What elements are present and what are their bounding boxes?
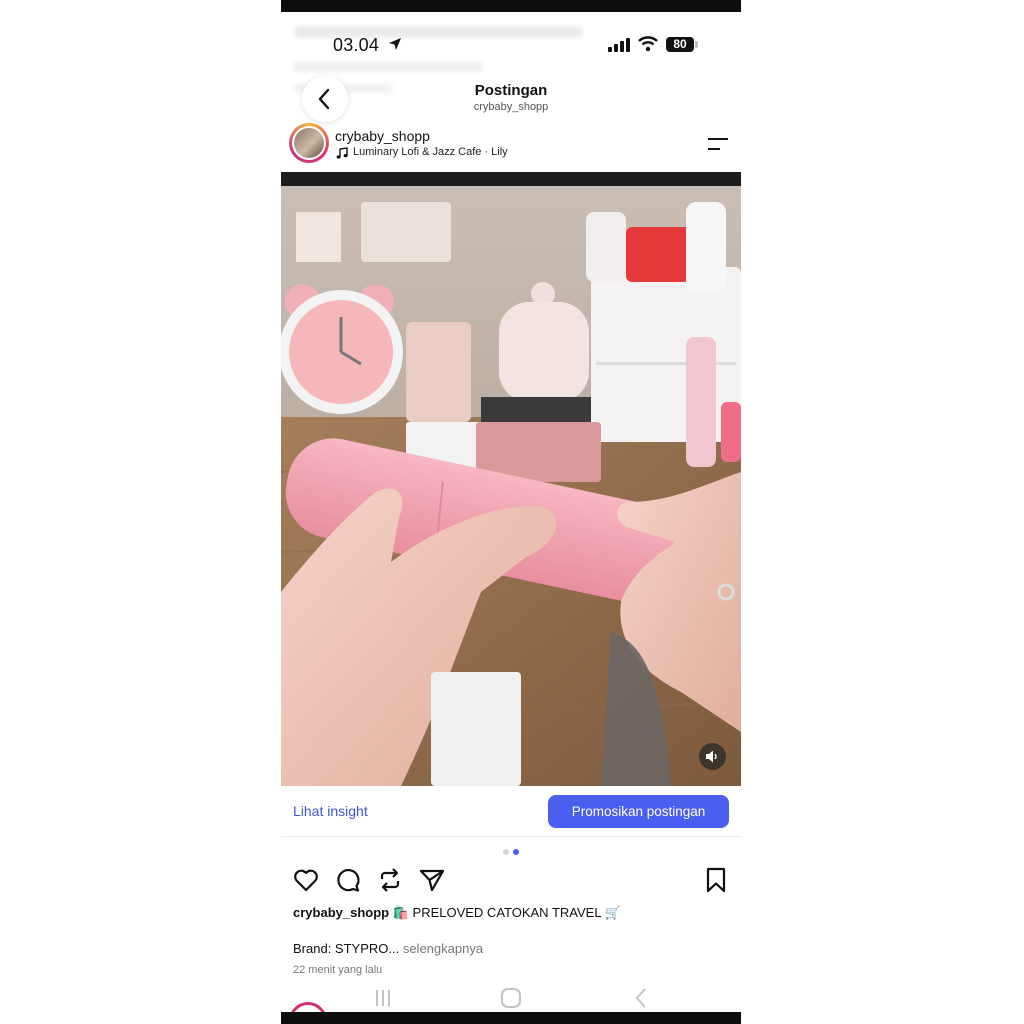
repost-icon[interactable] [376, 866, 404, 894]
heart-icon[interactable] [292, 866, 320, 894]
music-label[interactable]: Luminary Lofi & Jazz Cafe · Lily [353, 146, 508, 158]
divider [281, 836, 741, 837]
post-timestamp: 22 menit yang lalu [293, 964, 383, 976]
page-title: Postingan [474, 82, 548, 99]
menu-icon[interactable] [706, 136, 730, 152]
carousel-dot-2 [513, 849, 519, 855]
caption-username[interactable]: crybaby_shopp [293, 905, 389, 920]
page-subtitle: crybaby_shopp [473, 101, 549, 113]
avatar[interactable] [289, 123, 329, 163]
wifi-icon [638, 36, 658, 52]
location-arrow-icon [389, 38, 401, 50]
post-username[interactable]: crybaby_shopp [335, 128, 430, 144]
brand-text: Brand: STYPRO... [293, 941, 400, 956]
music-note-icon [336, 147, 348, 159]
post-caption: crybaby_shopp 🛍️ PRELOVED CATOKAN TRAVEL… [293, 905, 621, 921]
view-insights-link[interactable]: Lihat insight [293, 803, 368, 819]
top-frame-bar [281, 0, 741, 12]
bookmark-icon[interactable] [702, 866, 730, 894]
carousel-dot-1 [503, 849, 509, 855]
blurred-background-text [293, 62, 483, 72]
bottom-frame-bar [281, 1012, 741, 1024]
phone-screen: 03.04 80 Postingan crybaby_shopp crybaby… [281, 0, 741, 1024]
comment-icon[interactable] [334, 866, 362, 894]
see-more-link[interactable]: selengkapnya [403, 941, 483, 956]
share-icon[interactable] [418, 866, 446, 894]
promote-post-button[interactable]: Promosikan postingan [548, 795, 729, 828]
status-time: 03.04 [333, 35, 380, 55]
signal-icon [608, 38, 630, 52]
battery-indicator: 80 [666, 37, 694, 52]
volume-icon [706, 750, 717, 763]
video-frame [281, 172, 741, 786]
battery-tip [695, 41, 698, 48]
post-media-video[interactable] [281, 172, 741, 786]
caption-brand-line: Brand: STYPRO... selengkapnya [293, 941, 483, 956]
volume-button[interactable] [699, 743, 726, 770]
caption-text: 🛍️ PRELOVED CATOKAN TRAVEL 🛒 [392, 905, 621, 920]
system-navigation-bar [376, 988, 646, 1008]
